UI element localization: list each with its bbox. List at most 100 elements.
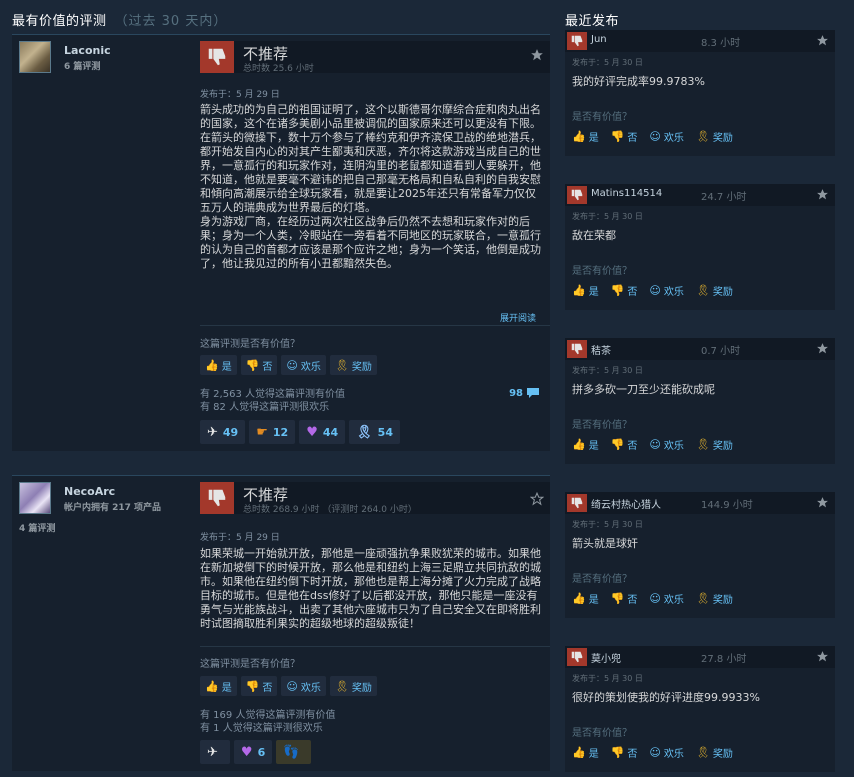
- vote-funny-button[interactable]: ☺ 欢乐: [649, 745, 683, 760]
- award-label: 奖励: [712, 441, 733, 452]
- helpful-stats: 有 2,563 人觉得这篇评测有价值 有 82 人觉得这篇评测很欢乐: [200, 388, 345, 414]
- recent-playtime: 27.8 小时: [701, 654, 747, 665]
- smiley-icon: ☺: [649, 438, 661, 451]
- award-chip[interactable]: ☛ 12: [249, 420, 296, 444]
- vote-yes-button[interactable]: 👍 是: [572, 591, 599, 606]
- verdict-header[interactable]: 不推荐 总时数 268.9 小时 （评测时 264.0 小时）: [200, 482, 550, 515]
- recent-playtime: 24.7 小时: [701, 192, 747, 203]
- award-chip[interactable]: ♥ 44: [299, 420, 346, 444]
- vote-yes-button[interactable]: 👍 是: [572, 437, 599, 452]
- recent-author-name[interactable]: Jun: [591, 34, 607, 45]
- star-icon[interactable]: [816, 188, 829, 201]
- recent-author-name[interactable]: 莫小兜: [591, 650, 621, 665]
- vote-funny-button[interactable]: ☺ 欢乐: [649, 129, 683, 144]
- award-button[interactable]: 🎗 奖励: [696, 129, 733, 144]
- playtime: 总时数 268.9 小时 （评测时 264.0 小时）: [243, 505, 417, 515]
- vote-yes-button[interactable]: 👍 是: [572, 129, 599, 144]
- recent-author-name[interactable]: Matins114514: [591, 188, 662, 199]
- recent-review-header[interactable]: Matins114514 24.7 小时: [565, 184, 835, 206]
- vote-yes-button[interactable]: 👍 是: [572, 283, 599, 298]
- vote-funny-button[interactable]: ☺ 欢乐: [649, 437, 683, 452]
- avatar[interactable]: [19, 482, 51, 514]
- vote-yes-button[interactable]: 👍 是: [572, 745, 599, 760]
- recent-review-header[interactable]: 绮云村热心猎人 144.9 小时: [565, 492, 835, 514]
- vote-no-button[interactable]: 👎 否: [611, 129, 638, 144]
- vote-no-button[interactable]: 👎 否: [611, 283, 638, 298]
- thumbs-down-icon: 👎: [610, 592, 625, 605]
- verdict-header[interactable]: 不推荐 总时数 25.6 小时: [200, 41, 550, 74]
- vote-no-button[interactable]: 👎 否: [240, 355, 278, 375]
- award-button[interactable]: 🎗 奖励: [696, 591, 733, 606]
- award-button[interactable]: 🎗 奖励: [696, 437, 733, 452]
- award-chip[interactable]: 👣: [276, 740, 312, 764]
- award-count: 6: [257, 745, 266, 759]
- award-button[interactable]: 🎗 奖励: [329, 676, 377, 696]
- vote-funny-button[interactable]: ☺ 欢乐: [649, 283, 683, 298]
- recent-review-card: 秸茶 0.7 小时 发布于：5 月 30 日 拼多多砍一刀至少还能砍成呢 是否有…: [565, 338, 835, 464]
- most-helpful-heading: 最有价值的评测 （过去 30 天内）: [12, 10, 227, 29]
- vote-no-label: 否: [627, 133, 638, 144]
- award-label: 奖励: [712, 749, 733, 760]
- award-ribbon-icon: 🎗: [695, 130, 710, 143]
- award-label: 奖励: [712, 133, 733, 144]
- author-review-count[interactable]: 6 篇评测: [64, 59, 100, 72]
- vote-no-button[interactable]: 👎 否: [240, 676, 278, 696]
- posted-date: 发布于：5 月 29 日: [200, 533, 280, 543]
- smiley-icon: ☺: [286, 679, 298, 693]
- award-button[interactable]: 🎗 奖励: [696, 283, 733, 298]
- recent-review-header[interactable]: Jun 8.3 小时: [565, 30, 835, 52]
- award-button[interactable]: 🎗 奖励: [329, 355, 377, 375]
- comments-link[interactable]: 98: [509, 387, 540, 399]
- award-button[interactable]: 🎗 奖励: [696, 745, 733, 760]
- thumbs-down-icon: 👎: [245, 358, 260, 372]
- recent-posted-date: 发布于：5 月 30 日: [572, 212, 643, 221]
- award-ribbon-icon: 🎗: [334, 358, 349, 372]
- recent-playtime: 8.3 小时: [701, 38, 741, 49]
- award-count: 49: [222, 425, 239, 439]
- smiley-icon: ☺: [286, 358, 298, 372]
- author-name[interactable]: Laconic: [64, 44, 111, 57]
- recent-helpful-question: 是否有价值？: [572, 112, 632, 123]
- vote-yes-button[interactable]: 👍 是: [200, 355, 237, 375]
- award-chip[interactable]: ✈: [200, 740, 230, 764]
- vote-yes-label: 是: [588, 133, 599, 144]
- read-more-link[interactable]: 展开阅读: [500, 311, 536, 324]
- star-icon[interactable]: [530, 48, 544, 62]
- thumbs-up-icon: 👍: [205, 679, 219, 693]
- avatar[interactable]: [19, 41, 51, 73]
- award-chip[interactable]: 🎗 54: [349, 420, 400, 444]
- vote-no-button[interactable]: 👎 否: [611, 591, 638, 606]
- vote-funny-label: 欢乐: [663, 287, 684, 298]
- recent-review-header[interactable]: 莫小兜 27.8 小时: [565, 646, 835, 668]
- smiley-icon: ☺: [649, 592, 661, 605]
- vote-funny-label: 欢乐: [663, 441, 684, 452]
- vote-no-button[interactable]: 👎 否: [611, 437, 638, 452]
- recent-review-card: Matins114514 24.7 小时 发布于：5 月 30 日 敌在荣都 是…: [565, 184, 835, 310]
- thumbs-down-icon: [567, 32, 587, 50]
- star-icon[interactable]: [530, 492, 544, 506]
- vote-yes-button[interactable]: 👍 是: [200, 676, 237, 696]
- star-icon[interactable]: [816, 496, 829, 509]
- author-review-count[interactable]: 4 篇评测: [19, 521, 55, 534]
- thumbs-up-icon: 👍: [572, 592, 586, 605]
- award-chip[interactable]: ✈ 49: [200, 420, 246, 444]
- recent-author-name[interactable]: 秸茶: [591, 342, 611, 357]
- recent-author-name[interactable]: 绮云村热心猎人: [591, 496, 661, 511]
- recent-review-header[interactable]: 秸茶 0.7 小时: [565, 338, 835, 360]
- comment-bubble-icon: [527, 388, 539, 398]
- star-icon[interactable]: [816, 34, 829, 47]
- award-chip[interactable]: ♥ 6: [233, 740, 273, 764]
- star-icon[interactable]: [816, 650, 829, 663]
- vote-funny-button[interactable]: ☺ 欢乐: [281, 676, 326, 696]
- vote-no-button[interactable]: 👎 否: [611, 745, 638, 760]
- thumbs-down-icon: [200, 41, 234, 73]
- review-card: Laconic 6 篇评测 不推荐 总时数 25.6 小时 发布于：5 月 29…: [12, 34, 550, 451]
- vote-funny-button[interactable]: ☺ 欢乐: [649, 591, 683, 606]
- star-icon[interactable]: [816, 342, 829, 355]
- recent-review-text: 很好的策划使我的好评进度99.9933%: [572, 691, 760, 704]
- author-name[interactable]: NecoArc: [64, 485, 115, 498]
- playtime: 总时数 25.6 小时: [243, 64, 314, 74]
- author-product-count[interactable]: 帐户内拥有 217 项产品: [64, 500, 161, 513]
- recent-review-card: 莫小兜 27.8 小时 发布于：5 月 30 日 很好的策划使我的好评进度99.…: [565, 646, 835, 772]
- vote-funny-button[interactable]: ☺ 欢乐: [281, 355, 326, 375]
